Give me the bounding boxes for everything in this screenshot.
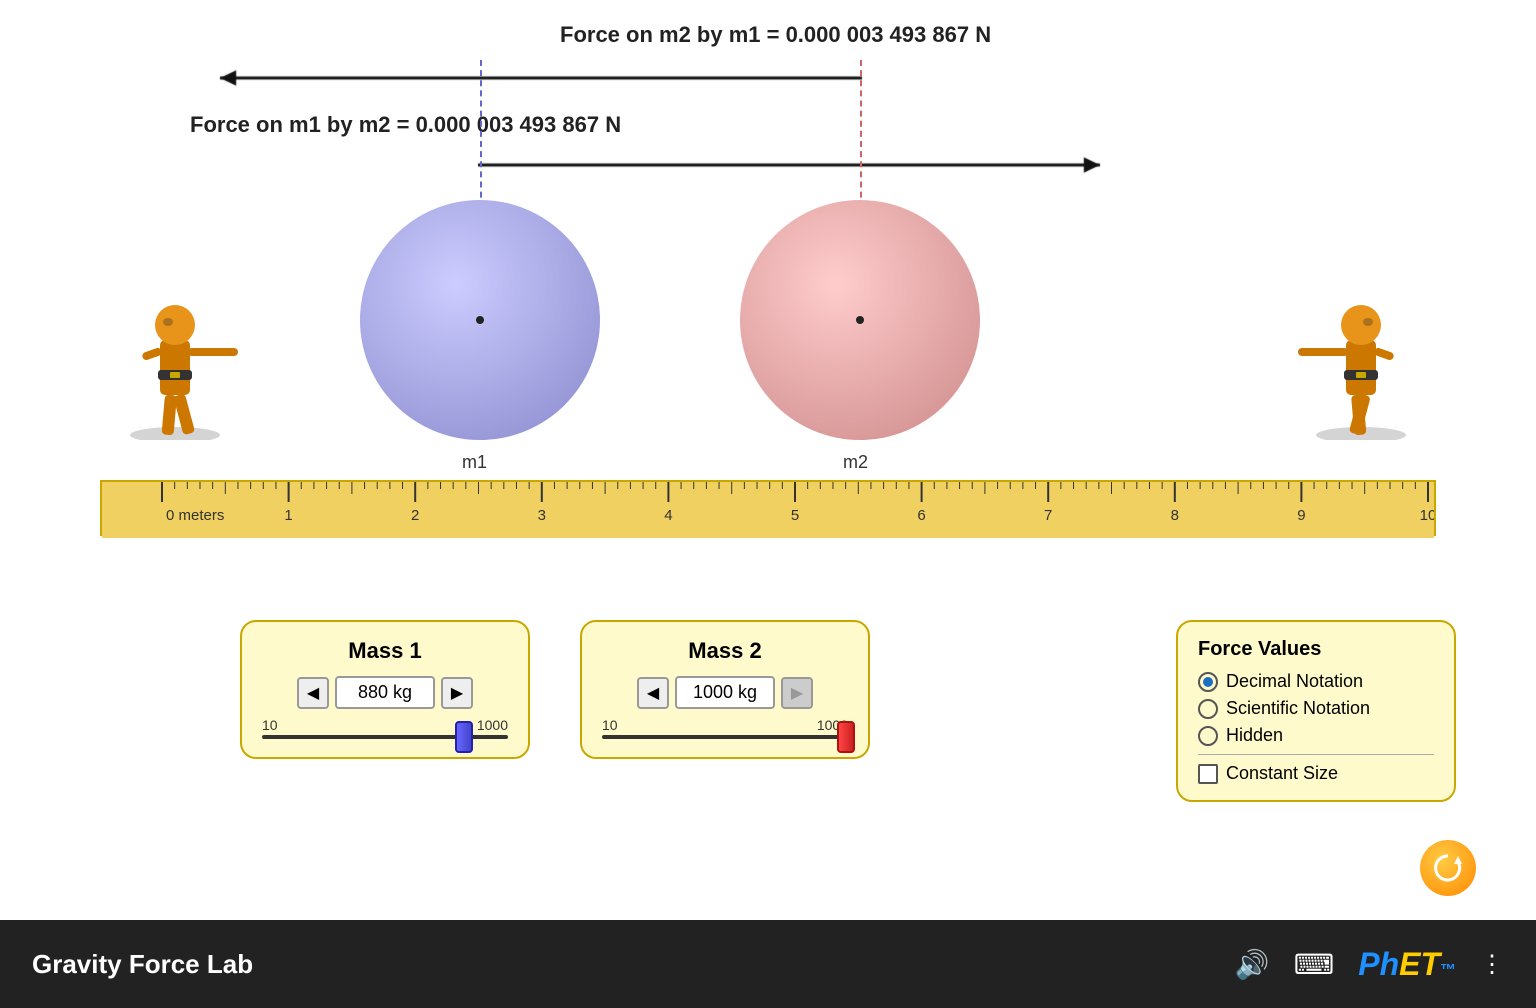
radio-hidden-label: Hidden — [1226, 725, 1283, 746]
svg-text:5: 5 — [791, 507, 799, 524]
bottom-bar: Gravity Force Lab 🔊 ⌨ Ph ET ™ ⋮ — [0, 920, 1536, 1008]
m2-sphere[interactable] — [740, 200, 980, 440]
force-values-panel: Force Values Decimal Notation Scientific… — [1176, 620, 1456, 802]
sound-icon[interactable]: 🔊 — [1235, 948, 1270, 981]
radio-scientific[interactable]: Scientific Notation — [1198, 698, 1434, 719]
svg-text:2: 2 — [411, 507, 419, 524]
mass2-increase-btn[interactable]: ▶ — [781, 677, 813, 709]
svg-text:3: 3 — [538, 507, 546, 524]
mass2-value: 1000 kg — [675, 676, 775, 709]
mass1-value: 880 kg — [335, 676, 435, 709]
radio-scientific-label: Scientific Notation — [1226, 698, 1370, 719]
m1-sphere[interactable] — [360, 200, 600, 440]
radio-decimal[interactable]: Decimal Notation — [1198, 671, 1434, 692]
mass2-decrease-btn[interactable]: ◀ — [637, 677, 669, 709]
radio-hidden-circle[interactable] — [1198, 726, 1218, 746]
mass1-panel: Mass 1 ◀ 880 kg ▶ 10 1000 — [240, 620, 530, 759]
mass1-increase-btn[interactable]: ▶ — [441, 677, 473, 709]
svg-text:8: 8 — [1171, 507, 1179, 524]
svg-text:0 meters: 0 meters — [166, 507, 224, 524]
svg-text:4: 4 — [664, 507, 672, 524]
constant-size-label: Constant Size — [1226, 763, 1338, 784]
mass2-slider-track[interactable] — [602, 735, 848, 739]
mass1-slider-thumb[interactable] — [455, 721, 473, 753]
radio-decimal-label: Decimal Notation — [1226, 671, 1363, 692]
mass2-panel: Mass 2 ◀ 1000 kg ▶ 10 1000 — [580, 620, 870, 759]
radio-decimal-circle[interactable] — [1198, 672, 1218, 692]
reset-button[interactable] — [1420, 840, 1476, 896]
svg-text:9: 9 — [1297, 507, 1305, 524]
right-figure — [1296, 240, 1426, 440]
constant-size-option[interactable]: Constant Size — [1198, 763, 1434, 784]
force-m1-by-m2-label: Force on m1 by m2 = 0.000 003 493 867 N — [190, 112, 621, 138]
svg-text:7: 7 — [1044, 507, 1052, 524]
mass1-decrease-btn[interactable]: ◀ — [297, 677, 329, 709]
menu-dots-icon[interactable]: ⋮ — [1480, 950, 1504, 979]
mass1-min: 10 — [262, 717, 278, 733]
keyboard-icon[interactable]: ⌨ — [1294, 948, 1334, 981]
m1-center-dot — [476, 316, 484, 324]
left-figure — [110, 240, 240, 440]
svg-text:10: 10 — [1420, 507, 1434, 524]
mass1-max: 1000 — [477, 717, 508, 733]
ruler: 0 meters 1 2 3 4 5 6 7 8 9 10 — [100, 480, 1436, 536]
mass1-title: Mass 1 — [262, 638, 508, 664]
radio-scientific-circle[interactable] — [1198, 699, 1218, 719]
force-m2-by-m1-label: Force on m2 by m1 = 0.000 003 493 867 N — [560, 22, 991, 48]
phet-logo: Ph ET ™ — [1358, 946, 1456, 983]
mass1-slider-track[interactable] — [262, 735, 508, 739]
mass2-title: Mass 2 — [602, 638, 848, 664]
svg-text:1: 1 — [284, 507, 292, 524]
force-values-title: Force Values — [1198, 638, 1434, 661]
svg-text:6: 6 — [917, 507, 925, 524]
m1-label: m1 — [462, 452, 487, 473]
m2-center-dot — [856, 316, 864, 324]
app-title: Gravity Force Lab — [32, 949, 1235, 980]
constant-size-checkbox[interactable] — [1198, 764, 1218, 784]
mass2-slider-thumb[interactable] — [837, 721, 855, 753]
radio-hidden[interactable]: Hidden — [1198, 725, 1434, 746]
panel-divider — [1198, 754, 1434, 755]
mass2-min: 10 — [602, 717, 618, 733]
m2-label: m2 — [843, 452, 868, 473]
